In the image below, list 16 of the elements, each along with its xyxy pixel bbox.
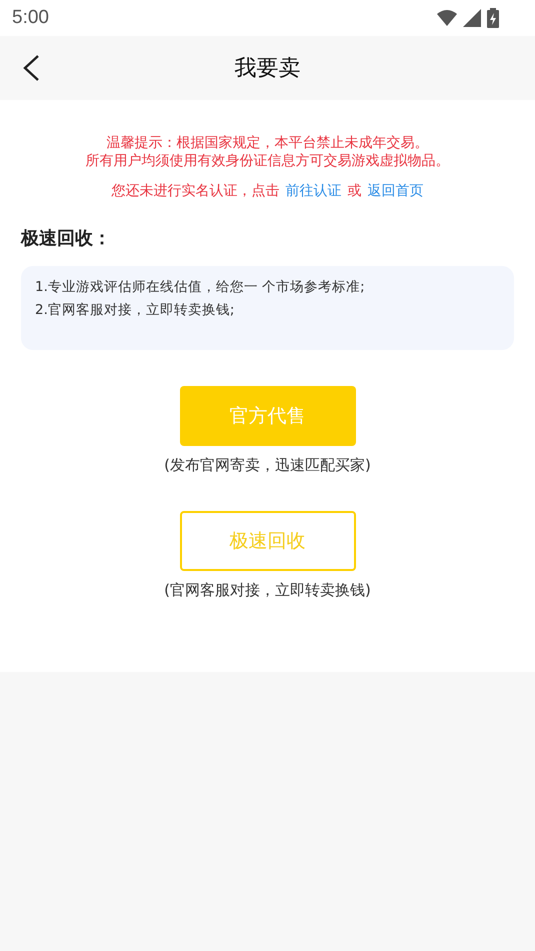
home-link[interactable]: 返回首页 — [368, 182, 424, 200]
button-caption: (官网客服对接，立即转卖换钱) — [164, 581, 371, 600]
notice-text: 温馨提示：根据国家规定，本平台禁止未成年交易。 — [106, 134, 428, 152]
button-caption: (发布官网寄卖，迅速匹配买家) — [164, 456, 371, 475]
info-text: 1.专业游戏评估师在线估值，给您一 个市场参考标准; — [35, 278, 366, 296]
page-title: 我要卖 — [234, 55, 300, 83]
battery-icon — [487, 8, 499, 28]
info-text: 2.官网客服对接，立即转卖换钱; — [35, 301, 236, 319]
or-text: 或 — [348, 182, 362, 200]
verify-text: 您还未进行实名认证，点击 — [112, 182, 280, 200]
section-title: 极速回收： — [21, 227, 112, 250]
signal-icon — [463, 9, 481, 27]
verify-link[interactable]: 前往认证 — [286, 182, 342, 200]
notice-text: 所有用户均须使用有效身份证信息方可交易游戏虚拟物品。 — [86, 152, 450, 170]
status-time: 5:00 — [12, 7, 49, 29]
wifi-icon — [437, 10, 457, 26]
